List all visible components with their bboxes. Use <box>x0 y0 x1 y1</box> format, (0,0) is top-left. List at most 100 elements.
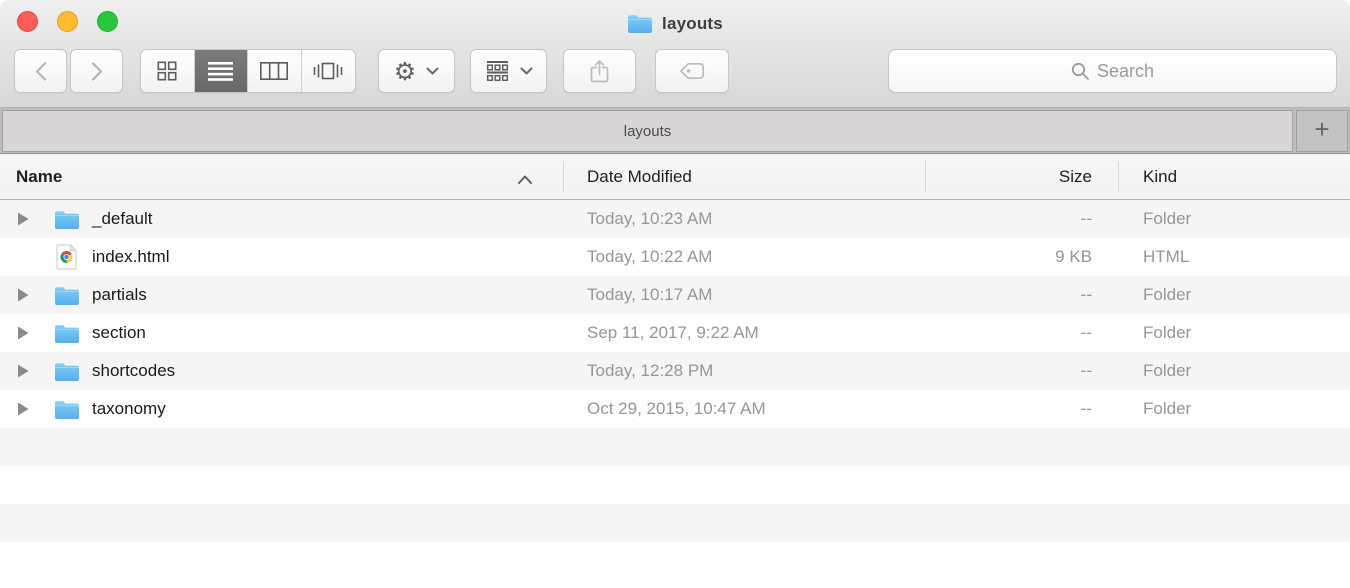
date-modified-cell: Sep 11, 2017, 9:22 AM <box>563 323 925 343</box>
column-header-size[interactable]: Size <box>925 167 1118 187</box>
kind-cell: Folder <box>1118 399 1350 419</box>
column-header-name[interactable]: Name <box>0 167 563 187</box>
column-divider <box>925 161 926 192</box>
toolbar: ⚙ <box>0 44 1350 107</box>
folder-icon <box>54 399 80 420</box>
folder-icon <box>54 323 80 344</box>
action-menu-button[interactable]: ⚙ <box>378 49 455 93</box>
empty-row <box>0 504 1350 542</box>
file-name: taxonomy <box>92 399 166 419</box>
table-row[interactable]: partials Today, 10:17 AM -- Folder <box>0 276 1350 314</box>
folder-icon <box>54 285 80 306</box>
tab-bar: layouts + <box>0 108 1350 154</box>
empty-row <box>0 466 1350 504</box>
file-list: _default Today, 10:23 AM -- Folder index… <box>0 200 1350 588</box>
title-folder-icon-slot <box>627 13 653 34</box>
column-view-icon <box>260 62 288 80</box>
tag-button[interactable] <box>655 49 729 93</box>
name-cell: partials <box>0 276 563 314</box>
disclosure-triangle[interactable] <box>18 326 30 340</box>
table-row[interactable]: shortcodes Today, 12:28 PM -- Folder <box>0 352 1350 390</box>
finder-window: layouts <box>0 0 1350 588</box>
view-mode-segmented-control <box>140 49 356 93</box>
file-icon-slot <box>53 399 80 420</box>
tag-icon <box>679 62 705 80</box>
plus-icon: + <box>1314 114 1329 145</box>
column-view-button[interactable] <box>248 50 302 92</box>
column-header-name-label: Name <box>16 167 62 186</box>
close-button[interactable] <box>17 11 38 32</box>
folder-icon <box>54 361 80 382</box>
chevron-down-icon <box>426 67 439 75</box>
table-row[interactable]: section Sep 11, 2017, 9:22 AM -- Folder <box>0 314 1350 352</box>
tab-label: layouts <box>624 123 672 140</box>
column-divider <box>563 161 564 192</box>
kind-cell: Folder <box>1118 285 1350 305</box>
html-file-icon <box>56 244 77 270</box>
window-chrome: layouts <box>0 0 1350 108</box>
chevron-down-icon <box>520 67 533 75</box>
kind-cell: Folder <box>1118 323 1350 343</box>
traffic-lights <box>17 11 118 32</box>
icon-view-icon <box>157 61 177 81</box>
file-icon-slot <box>53 361 80 382</box>
share-icon <box>588 59 611 84</box>
window-title: layouts <box>662 14 723 34</box>
share-button[interactable] <box>563 49 636 93</box>
search-input[interactable]: Search <box>888 49 1337 93</box>
table-row[interactable]: taxonomy Oct 29, 2015, 10:47 AM -- Folde… <box>0 390 1350 428</box>
file-name: index.html <box>92 247 169 267</box>
forward-button[interactable] <box>70 49 123 93</box>
column-header-date-modified[interactable]: Date Modified <box>563 167 925 187</box>
size-cell: 9 KB <box>925 247 1118 267</box>
coverflow-view-icon <box>313 61 343 81</box>
kind-cell: Folder <box>1118 361 1350 381</box>
name-cell: index.html <box>0 238 563 276</box>
list-view-button[interactable] <box>195 50 249 92</box>
kind-cell: Folder <box>1118 209 1350 229</box>
gear-icon: ⚙ <box>394 59 416 84</box>
column-divider <box>1118 161 1119 192</box>
kind-cell: HTML <box>1118 247 1350 267</box>
tab-layouts[interactable]: layouts <box>2 110 1293 152</box>
disclosure-triangle[interactable] <box>18 364 30 378</box>
coverflow-view-button[interactable] <box>302 50 356 92</box>
table-row[interactable]: _default Today, 10:23 AM -- Folder <box>0 200 1350 238</box>
chevron-left-icon <box>35 62 47 81</box>
date-modified-cell: Oct 29, 2015, 10:47 AM <box>563 399 925 419</box>
chevron-right-icon <box>91 62 103 81</box>
list-view-icon <box>208 62 233 81</box>
size-cell: -- <box>925 361 1118 381</box>
column-header-kind[interactable]: Kind <box>1118 167 1350 187</box>
minimize-button[interactable] <box>57 11 78 32</box>
disclosure-triangle[interactable] <box>18 288 30 302</box>
empty-row <box>0 542 1350 580</box>
disclosure-triangle[interactable] <box>18 212 30 226</box>
zoom-button[interactable] <box>97 11 118 32</box>
group-by-icon <box>485 61 510 81</box>
date-modified-cell: Today, 10:22 AM <box>563 247 925 267</box>
search-icon <box>1071 62 1090 81</box>
date-modified-cell: Today, 10:17 AM <box>563 285 925 305</box>
disclosure-triangle[interactable] <box>18 402 30 416</box>
date-modified-cell: Today, 10:23 AM <box>563 209 925 229</box>
back-button[interactable] <box>14 49 67 93</box>
search-placeholder: Search <box>1097 61 1154 82</box>
column-header-row: Name Date Modified Size Kind <box>0 154 1350 200</box>
name-cell: shortcodes <box>0 352 563 390</box>
icon-view-button[interactable] <box>141 50 195 92</box>
window-title-group: layouts <box>0 0 1350 44</box>
new-tab-button[interactable]: + <box>1296 110 1348 152</box>
name-cell: section <box>0 314 563 352</box>
folder-icon <box>627 13 653 34</box>
date-modified-cell: Today, 12:28 PM <box>563 361 925 381</box>
file-name: section <box>92 323 146 343</box>
table-row[interactable]: index.html Today, 10:22 AM 9 KB HTML <box>0 238 1350 276</box>
file-icon-slot <box>53 285 80 306</box>
file-icon-slot <box>53 323 80 344</box>
file-icon-slot <box>53 244 80 270</box>
file-name: partials <box>92 285 147 305</box>
group-menu-button[interactable] <box>470 49 547 93</box>
empty-row <box>0 428 1350 466</box>
sort-ascending-icon <box>517 174 533 185</box>
